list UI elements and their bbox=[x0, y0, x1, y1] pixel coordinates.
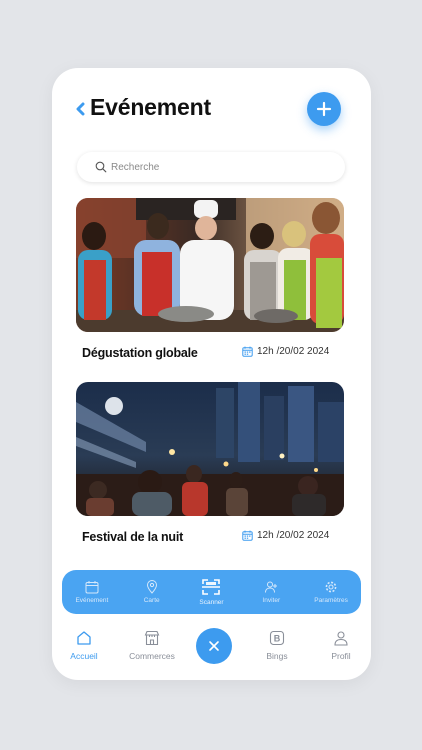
action-label: Scanner bbox=[199, 599, 224, 606]
event-date-text: 12h /20/02 2024 bbox=[257, 346, 330, 357]
calendar-icon bbox=[242, 346, 253, 357]
event-image-cooking-class[interactable] bbox=[76, 198, 344, 332]
map-pin-icon bbox=[146, 580, 157, 594]
calendar-icon bbox=[85, 581, 99, 594]
night-market-photo bbox=[76, 382, 344, 516]
action-scanner[interactable]: Scanner bbox=[183, 578, 239, 606]
quick-action-bar: Evénement Carte Scanner Inviter Paramètr… bbox=[62, 570, 361, 614]
add-user-icon bbox=[265, 581, 278, 593]
gear-icon bbox=[325, 581, 337, 593]
action-inviter[interactable]: Inviter bbox=[243, 580, 299, 604]
event-image-night-festival[interactable] bbox=[76, 382, 344, 516]
nav-label: Bings bbox=[266, 651, 288, 661]
event-title[interactable]: Festival de la nuit bbox=[82, 530, 183, 544]
action-label: Carte bbox=[143, 597, 160, 604]
search-input[interactable] bbox=[111, 161, 311, 173]
center-close-button[interactable] bbox=[196, 628, 232, 664]
event-date: 12h /20/02 2024 bbox=[242, 346, 329, 357]
bottom-navigation: Accueil Commerces B Bings Profil bbox=[52, 620, 371, 680]
add-event-button[interactable] bbox=[307, 92, 341, 126]
b-badge-icon: B bbox=[269, 630, 285, 646]
page-title: Evénement bbox=[90, 94, 211, 120]
chevron-left-icon[interactable] bbox=[74, 102, 88, 116]
home-icon bbox=[77, 631, 91, 645]
user-icon bbox=[334, 631, 348, 646]
plus-icon bbox=[316, 101, 332, 117]
nav-label: Profil bbox=[331, 651, 351, 661]
nav-label: Commerces bbox=[129, 651, 175, 661]
cooking-class-photo bbox=[76, 198, 344, 332]
search-icon bbox=[95, 161, 107, 173]
store-icon bbox=[144, 630, 160, 646]
calendar-icon bbox=[242, 530, 253, 541]
event-date: 12h /20/02 2024 bbox=[242, 530, 329, 541]
nav-commerces[interactable]: Commerces bbox=[124, 630, 180, 661]
action-carte[interactable]: Carte bbox=[124, 580, 180, 604]
nav-bings[interactable]: B Bings bbox=[260, 630, 294, 661]
close-icon bbox=[209, 641, 219, 651]
nav-label: Accueil bbox=[70, 651, 98, 661]
app-screen: Evénement Recherche Dégustation globale … bbox=[52, 68, 371, 680]
action-label: Inviter bbox=[262, 597, 281, 604]
action-label: Evénement bbox=[75, 597, 109, 604]
action-evenement[interactable]: Evénement bbox=[64, 580, 120, 604]
action-parametres[interactable]: Paramètres bbox=[303, 580, 359, 604]
action-label: Paramètres bbox=[314, 597, 348, 604]
event-title[interactable]: Dégustation globale bbox=[82, 346, 198, 360]
header: Evénement bbox=[52, 68, 371, 153]
search-bar bbox=[77, 152, 345, 182]
event-date-text: 12h /20/02 2024 bbox=[257, 530, 330, 541]
scan-icon bbox=[202, 579, 221, 595]
svg-text:B: B bbox=[274, 634, 281, 644]
nav-profil[interactable]: Profil bbox=[324, 630, 358, 661]
nav-accueil[interactable]: Accueil bbox=[64, 630, 104, 661]
